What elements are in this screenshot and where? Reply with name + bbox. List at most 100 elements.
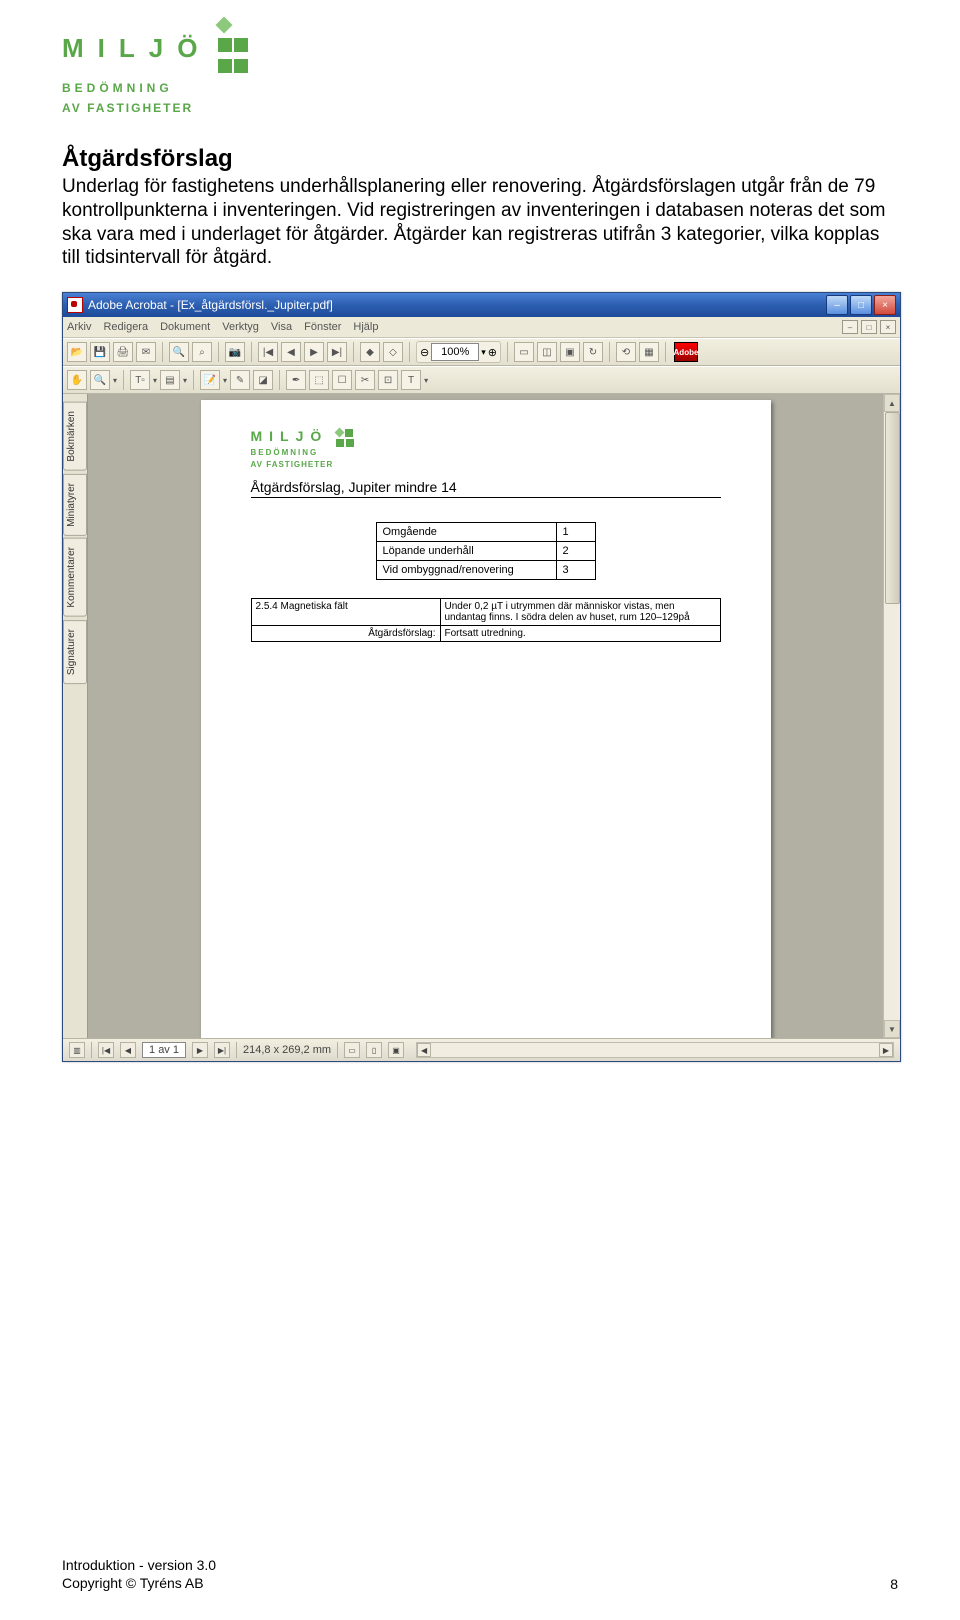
scroll-left-icon[interactable]: ◀ <box>417 1043 431 1057</box>
mail-icon[interactable]: ✉ <box>136 342 156 362</box>
footer-copyright: Copyright © Tyréns AB <box>62 1575 216 1593</box>
menu-visa[interactable]: Visa <box>271 321 292 333</box>
sb-prev-icon[interactable]: ◀ <box>120 1042 136 1058</box>
page-actual-icon[interactable]: ▭ <box>514 342 534 362</box>
scroll-thumb[interactable] <box>885 412 900 604</box>
page-fit-icon[interactable]: ◫ <box>537 342 557 362</box>
save-icon[interactable]: 💾 <box>90 342 110 362</box>
sb-next-icon[interactable]: ▶ <box>192 1042 208 1058</box>
print-icon[interactable]: 🖨 <box>113 342 133 362</box>
scroll-up-icon[interactable]: ▲ <box>884 394 900 412</box>
pencil-tool-icon[interactable]: ✎ <box>230 370 250 390</box>
window-titlebar: Adobe Acrobat - [Ex_åtgärdsförsl._Jupite… <box>63 293 900 317</box>
status-bar: ▥ |◀ ◀ 1 av 1 ▶ ▶| 214,8 x 269,2 mm ▭ ▯ … <box>63 1038 900 1061</box>
scroll-right-icon[interactable]: ▶ <box>879 1043 893 1057</box>
toolbar-row-1: 📂 💾 🖨 ✉ 🔍 ⌕ 📷 |◀ ◀ ▶ ▶| ◆ ◇ ⊖ 100% ▾ ⊕ <box>63 338 900 366</box>
category-table: Omgående1 Löpande underhåll2 Vid ombyggn… <box>376 522 596 580</box>
prev-page-icon[interactable]: ◀ <box>281 342 301 362</box>
page-indicator[interactable]: 1 av 1 <box>142 1042 186 1058</box>
sb-first-icon[interactable]: |◀ <box>98 1042 114 1058</box>
page-dimensions: 214,8 x 269,2 mm <box>243 1044 331 1056</box>
crop-icon[interactable]: ✂ <box>355 370 375 390</box>
link-icon[interactable]: ⊡ <box>378 370 398 390</box>
toolbar-row-2: ✋ 🔍 ▾ T▫ ▾ ▤ ▾ 📝 ▾ ✎ ◪ ✒ ⬚ ☐ ✂ ⊡ T ▾ <box>63 366 900 394</box>
horizontal-scroll-track[interactable]: ◀ ▶ <box>416 1042 894 1058</box>
binoculars-icon[interactable]: ⌕ <box>192 342 212 362</box>
highlight-tool-icon[interactable]: ◪ <box>253 370 273 390</box>
sb-view-facing-icon[interactable]: ▣ <box>388 1042 404 1058</box>
layout-icon[interactable]: ▦ <box>639 342 659 362</box>
menu-verktyg[interactable]: Verktyg <box>222 321 259 333</box>
minimize-button[interactable]: – <box>826 295 848 315</box>
adobe-logo-icon[interactable]: Adobe <box>674 342 698 362</box>
side-tabs: Bokmärken Miniatyrer Kommentarer Signatu… <box>63 394 88 1038</box>
tab-kommentarer[interactable]: Kommentarer <box>63 538 87 617</box>
logo-squares-icon <box>217 18 249 79</box>
zoom-group: ⊖ 100% ▾ ⊕ <box>416 341 501 363</box>
sb-view-cont-icon[interactable]: ▯ <box>366 1042 382 1058</box>
open-icon[interactable]: 📂 <box>67 342 87 362</box>
camera-icon[interactable]: 📷 <box>225 342 245 362</box>
table-row: Löpande underhåll2 <box>376 542 595 561</box>
first-page-icon[interactable]: |◀ <box>258 342 278 362</box>
logo-text-main: MILJÖ <box>62 33 211 64</box>
text-select-icon[interactable]: T▫ <box>130 370 150 390</box>
section-body: Underlag för fastighetens underhållsplan… <box>62 175 898 270</box>
scroll-track[interactable] <box>884 412 900 1020</box>
column-select-icon[interactable]: ▤ <box>160 370 180 390</box>
forward-icon[interactable]: ◇ <box>383 342 403 362</box>
window-title: Adobe Acrobat - [Ex_åtgärdsförsl._Jupite… <box>88 298 333 312</box>
table-row: Vid ombyggnad/renovering3 <box>376 561 595 580</box>
doc-logo-squares-icon <box>335 428 359 448</box>
stamp-icon[interactable]: ⬚ <box>309 370 329 390</box>
menu-bar: Arkiv Redigera Dokument Verktyg Visa Fön… <box>63 317 900 338</box>
menu-dokument[interactable]: Dokument <box>160 321 210 333</box>
doc-title: Åtgärdsförslag, Jupiter mindre 14 <box>251 479 721 498</box>
sb-layout-icon[interactable]: ▥ <box>69 1042 85 1058</box>
reflow-icon[interactable]: ↻ <box>583 342 603 362</box>
zoom-field[interactable]: 100% <box>431 343 479 361</box>
mdi-restore-button[interactable]: □ <box>861 320 877 334</box>
scroll-down-icon[interactable]: ▼ <box>884 1020 900 1038</box>
vertical-scrollbar[interactable]: ▲ ▼ <box>883 394 900 1038</box>
logo-text-sub2: AV FASTIGHETER <box>62 101 898 115</box>
hand-tool-icon[interactable]: ✋ <box>67 370 87 390</box>
doc-logo-sub2: AV FASTIGHETER <box>251 460 721 469</box>
menu-fonster[interactable]: Fönster <box>304 321 341 333</box>
doc-logo-main: MILJÖ <box>251 428 329 444</box>
section-heading: Åtgärdsförslag <box>62 145 898 173</box>
tab-bokmarken[interactable]: Bokmärken <box>63 402 87 471</box>
back-icon[interactable]: ◆ <box>360 342 380 362</box>
search-icon[interactable]: 🔍 <box>169 342 189 362</box>
form-icon[interactable]: ☐ <box>332 370 352 390</box>
zoom-tool-icon[interactable]: 🔍 <box>90 370 110 390</box>
acrobat-window: Adobe Acrobat - [Ex_åtgärdsförsl._Jupite… <box>62 292 901 1062</box>
section-table: 2.5.4 Magnetiska fält Under 0,2 µT i utr… <box>251 598 721 642</box>
document-area: Bokmärken Miniatyrer Kommentarer Signatu… <box>63 394 900 1038</box>
mdi-close-button[interactable]: × <box>880 320 896 334</box>
pdf-page: MILJÖ BEDÖMNING AV FASTIGHETER Åtgärdsfö… <box>201 400 771 1038</box>
page-width-icon[interactable]: ▣ <box>560 342 580 362</box>
touchup-icon[interactable]: T <box>401 370 421 390</box>
close-button[interactable]: × <box>874 295 896 315</box>
next-page-icon[interactable]: ▶ <box>304 342 324 362</box>
menu-hjalp[interactable]: Hjälp <box>353 321 378 333</box>
sb-view-single-icon[interactable]: ▭ <box>344 1042 360 1058</box>
rotate-icon[interactable]: ⟲ <box>616 342 636 362</box>
sb-last-icon[interactable]: ▶| <box>214 1042 230 1058</box>
last-page-icon[interactable]: ▶| <box>327 342 347 362</box>
menu-arkiv[interactable]: Arkiv <box>67 321 91 333</box>
menu-redigera[interactable]: Redigera <box>103 321 148 333</box>
logo-text-sub1: BEDÖMNING <box>62 81 898 95</box>
tab-miniatyrer[interactable]: Miniatyrer <box>63 474 87 536</box>
signature-icon[interactable]: ✒ <box>286 370 306 390</box>
tab-signaturer[interactable]: Signaturer <box>63 620 87 684</box>
mdi-minimize-button[interactable]: – <box>842 320 858 334</box>
table-row: 2.5.4 Magnetiska fält Under 0,2 µT i utr… <box>251 599 720 626</box>
page-number: 8 <box>890 1576 898 1592</box>
document-viewport[interactable]: MILJÖ BEDÖMNING AV FASTIGHETER Åtgärdsfö… <box>88 394 883 1038</box>
maximize-button[interactable]: □ <box>850 295 872 315</box>
pdf-icon <box>67 297 83 313</box>
table-row: Åtgärdsförslag: Fortsatt utredning. <box>251 626 720 642</box>
note-tool-icon[interactable]: 📝 <box>200 370 220 390</box>
